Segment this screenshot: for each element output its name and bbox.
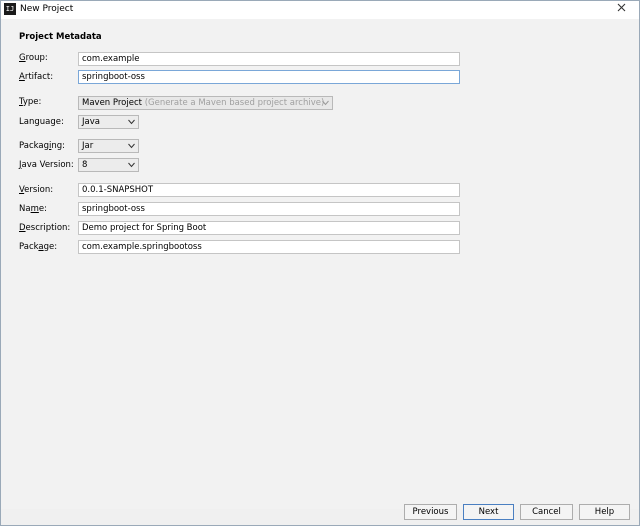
artifact-label: Artifact:: [19, 72, 54, 82]
language-label: Language:: [19, 117, 64, 127]
chevron-down-icon: [128, 143, 135, 149]
previous-button[interactable]: Previous: [404, 504, 457, 520]
section-title: Project Metadata: [19, 32, 102, 42]
chevron-down-icon: [322, 100, 329, 106]
new-project-dialog: IJ New Project Project Metadata Group: c…: [0, 0, 640, 526]
package-label: Package:: [19, 242, 58, 252]
type-select[interactable]: Maven Project (Generate a Maven based pr…: [78, 96, 333, 110]
intellij-icon: IJ: [4, 3, 16, 15]
dialog-footer: Previous Next Cancel Help: [1, 504, 639, 525]
version-label: Version:: [19, 185, 54, 195]
artifact-field[interactable]: springboot-oss: [78, 70, 460, 84]
window-title: New Project: [20, 4, 74, 14]
close-button[interactable]: [606, 1, 636, 14]
name-label: Name:: [19, 204, 47, 214]
group-field[interactable]: com.example: [78, 52, 460, 66]
packaging-value: Jar: [82, 141, 94, 151]
type-value: Maven Project: [82, 98, 142, 108]
group-label: Group:: [19, 53, 48, 63]
java-version-label: Java Version:: [19, 160, 74, 170]
java-version-value: 8: [82, 160, 88, 170]
help-button[interactable]: Help: [579, 504, 630, 520]
cancel-button[interactable]: Cancel: [520, 504, 573, 520]
chevron-down-icon: [128, 119, 135, 125]
type-hint: (Generate a Maven based project archive): [144, 98, 325, 108]
version-field[interactable]: 0.0.1-SNAPSHOT: [78, 183, 460, 197]
close-icon: [617, 3, 625, 12]
language-value: Java: [82, 117, 100, 127]
description-field[interactable]: Demo project for Spring Boot: [78, 221, 460, 235]
packaging-select[interactable]: Jar: [78, 139, 139, 153]
type-label: Type:: [19, 97, 42, 107]
language-select[interactable]: Java: [78, 115, 139, 129]
packaging-label: Packaging:: [19, 141, 66, 151]
package-field[interactable]: com.example.springbootoss: [78, 240, 460, 254]
title-bar: IJ New Project: [1, 1, 639, 19]
java-version-select[interactable]: 8: [78, 158, 139, 172]
next-button[interactable]: Next: [463, 504, 514, 520]
name-field[interactable]: springboot-oss: [78, 202, 460, 216]
description-label: Description:: [19, 223, 71, 233]
metadata-panel: Project Metadata Group: com.example Arti…: [1, 19, 639, 509]
chevron-down-icon: [128, 162, 135, 168]
